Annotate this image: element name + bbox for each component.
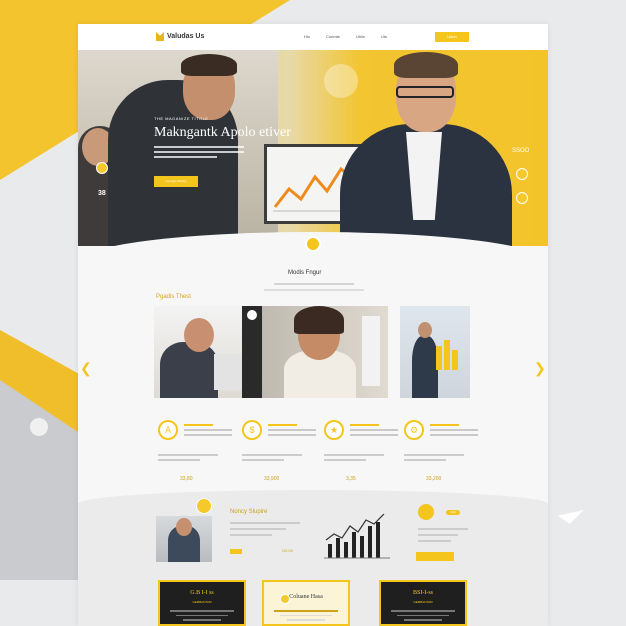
feature-value: 33,200	[426, 476, 442, 482]
gallery-image-2[interactable]	[262, 306, 388, 398]
feature-value: 33,80	[180, 476, 193, 482]
feature-card-3[interactable]: ★ 3,35	[320, 412, 400, 502]
lower-right-pill: 20,0	[446, 510, 460, 515]
gallery-person	[412, 336, 438, 398]
nav-link-4[interactable]: Uts	[381, 34, 387, 39]
pricing-card-2[interactable]: Coluane Hasa	[262, 580, 350, 626]
lower-right-block: 20,0	[416, 504, 476, 564]
lower-small-button[interactable]	[230, 549, 242, 554]
glasses-icon	[396, 86, 454, 98]
lower-right-button[interactable]	[416, 552, 454, 561]
feature-icon: ⚙	[404, 420, 424, 440]
bar-icon	[452, 350, 458, 370]
feature-caption-lines	[242, 454, 302, 464]
feature-caption-lines	[324, 454, 384, 464]
feature-caption-lines	[158, 454, 218, 464]
card-subtitle: GEMBANTAM	[192, 600, 212, 604]
website-mockup: Valudas Us Hio Conmte Utilio Uts Udon TH…	[78, 24, 548, 626]
scroll-badge-icon[interactable]	[305, 236, 321, 252]
hero-side-number-left: 38	[98, 190, 106, 197]
hero-subtitle-lines	[154, 146, 244, 162]
feature-card-4[interactable]: ⚙ 33,200	[400, 412, 480, 502]
lower-bar-chart-graphic	[322, 510, 392, 560]
feature-card-2[interactable]: $ 33,900	[238, 412, 318, 502]
card-title: Coluane Hasa	[289, 594, 323, 600]
gallery-person-head	[184, 318, 214, 352]
feature-value: 3,35	[346, 476, 356, 482]
hero-side-number-right: SSOO	[512, 148, 530, 154]
card-text-lines	[170, 610, 234, 624]
feature-text-lines	[268, 424, 316, 439]
gallery-prev-arrow-icon[interactable]: ❮	[80, 360, 92, 377]
paper-plane-icon	[558, 510, 584, 524]
coin-icon	[96, 162, 108, 174]
nav-link-2[interactable]: Conmte	[326, 34, 340, 39]
lower-value: G0,00	[282, 548, 293, 553]
feature-icon: A	[158, 420, 178, 440]
feature-row: A 33,80 $ 33,900 ★ 3,35 ⚙ 33,200	[154, 412, 478, 502]
hero-eyebrow: THE MAGANIZE TITOLE	[154, 116, 209, 121]
lower-text-lines	[230, 522, 300, 540]
logo-mark-icon	[156, 32, 164, 41]
logo-text: Valudas Us	[167, 33, 205, 40]
hero-banner: THE MAGANIZE TITOLE Makngantk Apolo etiv…	[78, 50, 548, 246]
bar-icon	[444, 340, 450, 370]
hero-cta-button[interactable]: Lounges Mantry	[154, 176, 198, 187]
nav-cta-button[interactable]: Udon	[435, 32, 469, 42]
gallery-person-head	[418, 322, 432, 338]
feature-icon: ★	[324, 420, 344, 440]
coin-icon	[516, 168, 528, 180]
gallery-person-hair	[294, 306, 344, 334]
gallery-subtitle: Pgadis Thest	[156, 294, 191, 300]
section-text-line	[274, 283, 354, 285]
coin-icon	[516, 192, 528, 204]
feature-text-lines	[184, 424, 232, 439]
hero-decor-bubble	[324, 64, 358, 98]
gallery-person	[160, 342, 218, 398]
top-navigation: Valudas Us Hio Conmte Utilio Uts Udon	[78, 24, 548, 50]
feature-value: 33,900	[264, 476, 280, 482]
gallery-next-arrow-icon[interactable]: ❯	[534, 360, 546, 377]
feature-icon: $	[242, 420, 262, 440]
section-title: Modis Fngur	[288, 270, 322, 276]
lower-right-text-lines	[418, 528, 468, 546]
gallery-window	[362, 316, 380, 386]
nav-links: Hio Conmte Utilio Uts	[304, 34, 387, 39]
coin-icon	[418, 504, 434, 520]
bar-icon	[436, 346, 442, 370]
image-gallery	[154, 306, 470, 398]
card-text-lines	[274, 610, 338, 624]
gallery-badge-icon	[247, 310, 257, 320]
nav-link-3[interactable]: Utilio	[356, 34, 365, 39]
hero-title: Makngantk Apolo etiver	[154, 125, 291, 140]
section-text-line	[264, 289, 364, 291]
pricing-card-1[interactable]: G.B I-I ss GEMBANTAM	[158, 580, 246, 626]
background-dot	[30, 418, 48, 436]
lower-person-photo	[156, 516, 212, 562]
hero-man-right-hair	[394, 52, 458, 78]
gallery-image-3[interactable]	[400, 306, 470, 398]
lower-title: Noncy Slupire	[230, 509, 268, 515]
card-subtitle: GEMBANTAM	[413, 600, 433, 604]
hero-man-left-hair	[181, 54, 237, 76]
card-text-lines	[391, 610, 455, 624]
pricing-card-3[interactable]: BSI-I-ss GEMBANTAM	[379, 580, 467, 626]
feature-caption-lines	[404, 454, 464, 464]
feature-card-1[interactable]: A 33,80	[154, 412, 234, 502]
laptop-icon	[214, 354, 242, 390]
card-title: BSI-I-ss	[412, 590, 433, 596]
gallery-image-1[interactable]	[154, 306, 242, 398]
feature-text-lines	[430, 424, 478, 439]
nav-link-1[interactable]: Hio	[304, 34, 310, 39]
coin-icon	[196, 498, 212, 514]
logo[interactable]: Valudas Us	[156, 32, 204, 41]
feature-text-lines	[350, 424, 398, 439]
card-title: G.B I-I ss	[190, 590, 214, 596]
